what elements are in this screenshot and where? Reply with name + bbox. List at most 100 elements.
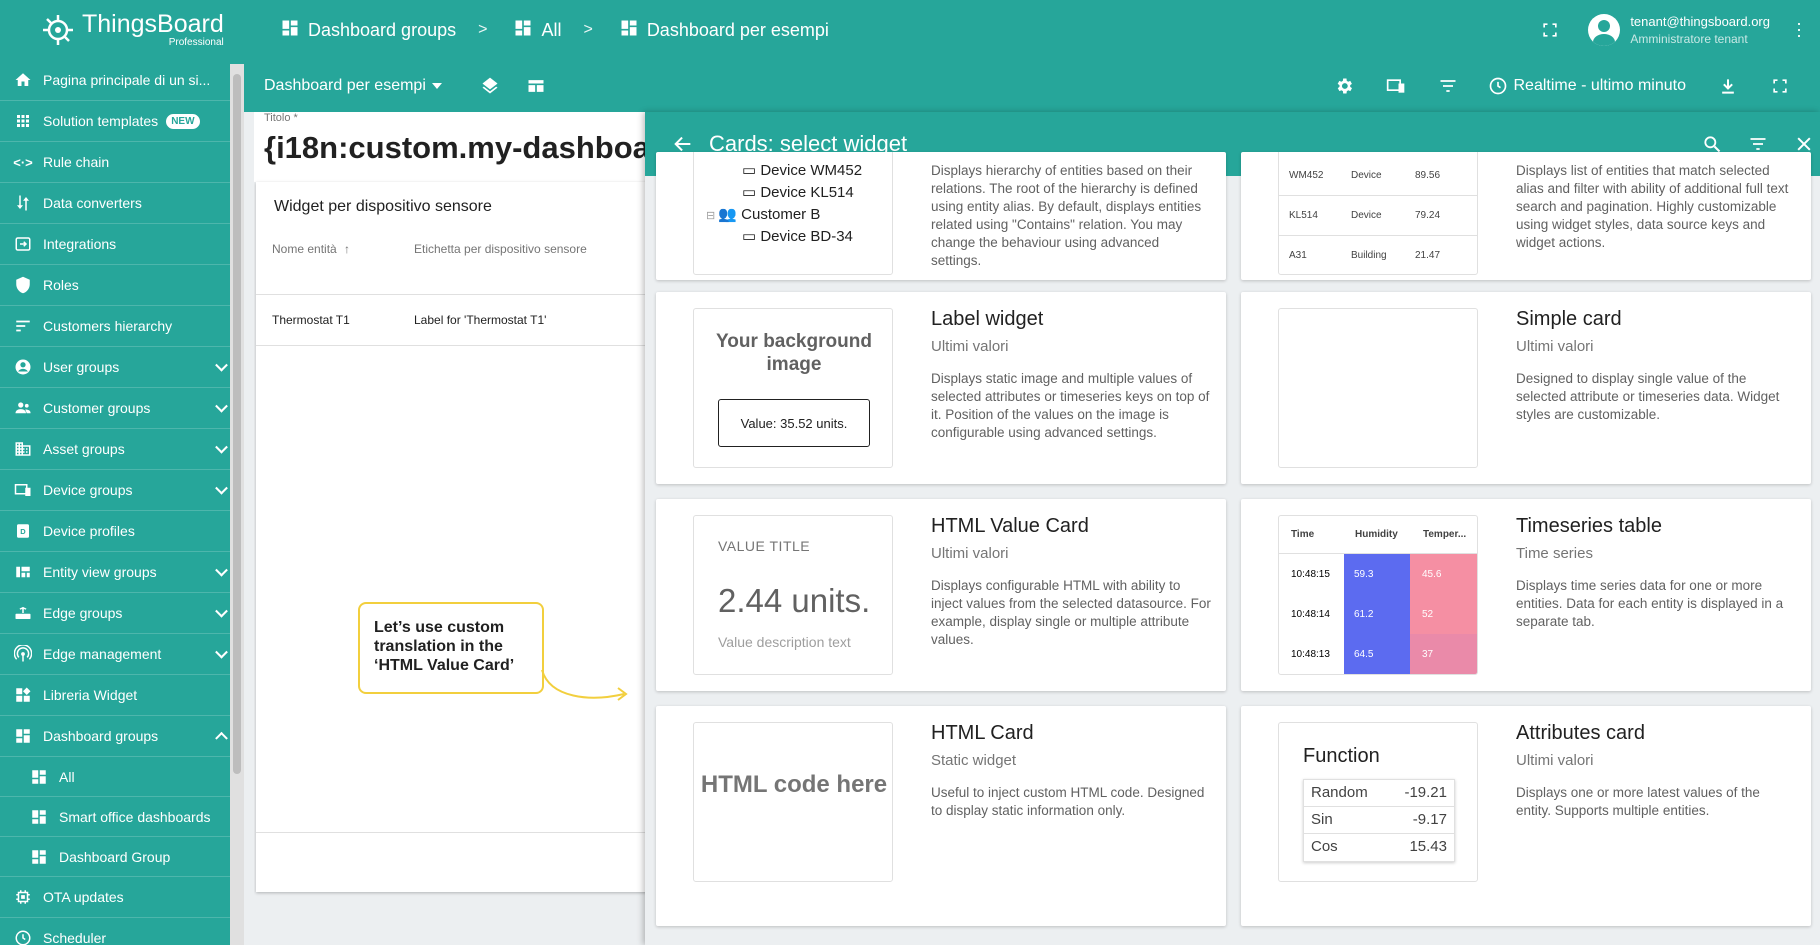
timewindow-label: Realtime - ultimo minuto xyxy=(1513,77,1687,94)
chevron-down-icon[interactable] xyxy=(215,604,228,618)
layers-icon[interactable] xyxy=(478,74,502,98)
widget-type: Time series xyxy=(1516,545,1593,562)
dashboard-icon xyxy=(280,18,300,43)
sidebar-scrollbar[interactable] xyxy=(230,64,244,945)
widget-card-hierarchy[interactable]: ▭ Device WM452 ▭ Device KL514 ⊟ 👥 Custom… xyxy=(656,152,1226,280)
tutorial-callout: Let’s use custom translation in the ‘HTM… xyxy=(358,602,544,694)
chevron-down-icon[interactable] xyxy=(215,481,228,495)
dashboard-icon xyxy=(513,18,533,43)
preview-value: 2.44 units. xyxy=(718,582,871,619)
sidebar-item-label: Device groups xyxy=(43,482,133,498)
dashboard-select[interactable]: Dashboard per esempi xyxy=(264,77,442,95)
dashboard-area: Titolo * {i18n:custom.my-dashboard Widge… xyxy=(254,112,654,945)
title-field[interactable]: Titolo * {i18n:custom.my-dashboard xyxy=(254,112,654,182)
sidebar-item-roles[interactable]: Roles xyxy=(0,265,244,306)
dashboard-icon xyxy=(28,846,50,868)
sidebar-item-edge-management[interactable]: Edge management xyxy=(0,634,244,675)
table-row: KL514 Device 79.24 xyxy=(1279,196,1477,236)
filter-icon[interactable] xyxy=(1436,74,1460,98)
arrow-up-icon: ↑ xyxy=(344,242,351,256)
sidebar-item-widget-library[interactable]: Libreria Widget xyxy=(0,675,244,716)
widget-description: Displays static image and multiple value… xyxy=(931,371,1210,440)
more-vert-icon[interactable]: ⋯ xyxy=(1788,21,1810,39)
sidebar-item-label: Scheduler xyxy=(43,930,107,945)
chevron-down-icon[interactable] xyxy=(215,645,228,659)
widgets-icon xyxy=(12,684,34,706)
sidebar-item-ota-updates[interactable]: OTA updates xyxy=(0,877,244,918)
widget-type: Static widget xyxy=(931,752,1017,769)
sidebar-item-rule-chain[interactable]: <·> Rule chain xyxy=(0,142,244,183)
entities-table-widget[interactable]: Widget per dispositivo sensore Nome enti… xyxy=(256,182,654,892)
integrations-icon xyxy=(12,233,34,255)
callout-arrow-icon xyxy=(541,669,628,701)
thingsboard-logo-icon xyxy=(40,12,76,48)
settings-icon[interactable] xyxy=(1332,74,1356,98)
sidebar-item-scheduler[interactable]: Scheduler xyxy=(0,918,244,945)
sidebar-item-customers-hierarchy[interactable]: Customers hierarchy xyxy=(0,306,244,347)
widget-card-attributes-card[interactable]: Function Random -19.21 Sin -9.17 Cos 15.43 … xyxy=(1241,706,1811,926)
sidebar-item-solution-templates[interactable]: Solution templates NEW xyxy=(0,101,244,142)
sidebar-item-label: Rule chain xyxy=(43,154,110,170)
table-row[interactable]: Thermostat T1 Label for 'Thermostat T1' xyxy=(256,294,654,346)
preview-value-box: Value: 35.52 units. xyxy=(718,399,870,447)
widget-preview: VALUE TITLE 2.44 units. Value descriptio… xyxy=(693,515,893,675)
logo[interactable]: ThingsBoard Professional xyxy=(0,0,244,60)
chevron-down-icon[interactable] xyxy=(215,563,228,577)
widget-card-html-value-card[interactable]: VALUE TITLE 2.44 units. Value descriptio… xyxy=(656,499,1226,691)
sidebar-item-edge-groups[interactable]: Edge groups xyxy=(0,593,244,634)
fullscreen-icon[interactable] xyxy=(1538,18,1562,42)
sidebar-item-home[interactable]: Pagina principale di un si... xyxy=(0,60,244,101)
scrollbar-thumb[interactable] xyxy=(233,74,241,774)
column-header[interactable]: Etichetta per dispositivo sensore xyxy=(414,242,587,256)
sidebar-item-device-groups[interactable]: Device groups xyxy=(0,470,244,511)
layout-icon[interactable] xyxy=(524,74,548,98)
sidebar-item-user-groups[interactable]: User groups xyxy=(0,347,244,388)
shield-icon xyxy=(12,274,34,296)
preview-background-text: Your background image xyxy=(716,331,872,375)
home-icon xyxy=(12,69,34,91)
chevron-down-icon[interactable] xyxy=(215,399,228,413)
sidebar-item-dashboard-group[interactable]: Dashboard Group xyxy=(0,837,244,877)
sidebar-item-asset-groups[interactable]: Asset groups xyxy=(0,429,244,470)
settings-input-antenna-icon xyxy=(12,643,34,665)
chevron-down-icon[interactable] xyxy=(215,358,228,372)
sidebar-item-all[interactable]: All xyxy=(0,757,244,797)
customer-icon: 👥 xyxy=(718,206,742,223)
widget-card-label-widget[interactable]: Your background image Value: 35.52 units… xyxy=(656,292,1226,484)
sidebar-item-data-converters[interactable]: Data converters xyxy=(0,183,244,224)
widget-preview: WM452 Device 89.56 KL514 Device 79.24 A31 Bui… xyxy=(1278,152,1478,275)
sidebar-item-label: Device profiles xyxy=(43,523,135,539)
timewindow-button[interactable]: Realtime - ultimo minuto xyxy=(1488,76,1687,96)
sidebar-item-customer-groups[interactable]: Customer groups xyxy=(0,388,244,429)
column-header[interactable]: Nome entità ↑ xyxy=(272,242,350,256)
sidebar-item-label: Solution templates xyxy=(43,113,159,129)
fullscreen-icon[interactable] xyxy=(1768,74,1792,98)
chevron-up-icon[interactable] xyxy=(215,731,228,745)
widget-description: Displays time series data for one or mor… xyxy=(1516,578,1784,629)
widget-name: Timeseries table xyxy=(1516,515,1662,537)
download-icon[interactable] xyxy=(1716,74,1740,98)
chevron-down-icon[interactable] xyxy=(215,440,228,454)
sidebar-item-entity-view-groups[interactable]: Entity view groups xyxy=(0,552,244,593)
sidebar-item-dashboard-groups[interactable]: Dashboard groups xyxy=(0,716,244,757)
widget-preview: Function Random -19.21 Sin -9.17 Cos 15.43 xyxy=(1278,722,1478,882)
title-value[interactable]: {i18n:custom.my-dashboard xyxy=(264,130,654,166)
user-menu[interactable]: tenant@thingsboard.org Amministratore te… xyxy=(1588,13,1770,47)
breadcrumb-item[interactable]: All xyxy=(513,18,561,43)
widget-card-html-card[interactable]: HTML code here HTML Card Static widget U… xyxy=(656,706,1226,926)
table-row: A31 Building 21.47 xyxy=(1289,250,1441,261)
widget-card-entities-table[interactable]: WM452 Device 89.56 KL514 Device 79.24 A31 Bui… xyxy=(1241,152,1811,280)
widget-preview: Your background image Value: 35.52 units… xyxy=(693,308,893,468)
preview-title: Function xyxy=(1303,745,1380,767)
widget-title: Widget per dispositivo sensore xyxy=(274,198,492,215)
sidebar-item-device-profiles[interactable]: D Device profiles xyxy=(0,511,244,552)
table-row: 10:48:15 59.3 45.6 xyxy=(1279,554,1477,594)
sidebar-item-smart-office-dashboards[interactable]: Smart office dashboards xyxy=(0,797,244,837)
breadcrumb-item[interactable]: Dashboard groups xyxy=(280,18,456,43)
top-bar: Dashboard groups > All > Dashboard per e… xyxy=(244,0,1820,60)
devices-icon[interactable] xyxy=(1384,74,1408,98)
widget-card-simple-card[interactable]: Temp -8 °C Simple card Ultimi valori Des… xyxy=(1241,292,1811,484)
account-circle-icon xyxy=(12,356,34,378)
widget-card-timeseries-table[interactable]: Time Humidity Temper... 10:48:15 59.3 45… xyxy=(1241,499,1811,691)
sidebar-item-integrations[interactable]: Integrations xyxy=(0,224,244,265)
